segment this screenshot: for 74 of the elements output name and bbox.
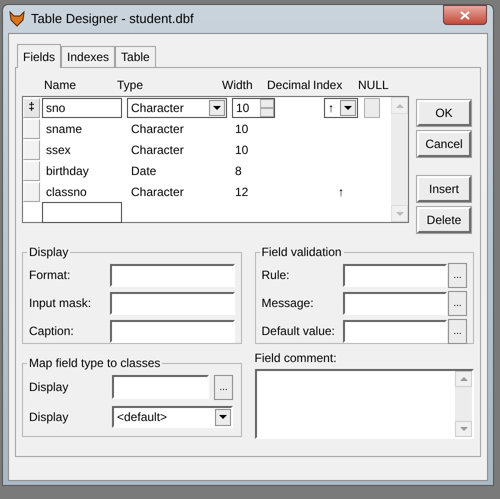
group-title: Field validation — [260, 244, 343, 261]
table-cell: 8 — [235, 164, 242, 178]
scroll-down-icon — [396, 212, 404, 216]
caret-icon — [344, 106, 352, 110]
field-label: Format: — [29, 268, 70, 282]
tab[interactable]: Fields — [17, 44, 62, 68]
table-cell: 12 — [235, 184, 248, 198]
close-icon — [460, 10, 470, 20]
input-field[interactable] — [110, 320, 234, 342]
width-spinner[interactable]: 10 — [232, 98, 275, 118]
field-label: Input mask: — [29, 296, 92, 310]
name-field[interactable]: sno — [42, 98, 122, 118]
table-cell: Character — [131, 184, 184, 198]
scrollbar[interactable] — [391, 97, 408, 222]
comment-field[interactable] — [254, 369, 474, 439]
type-dropdown[interactable]: Character — [127, 98, 227, 118]
scroll-up-icon — [460, 377, 468, 381]
scroll-down-icon — [460, 427, 468, 431]
column-header: NULL — [358, 78, 389, 92]
input-field[interactable] — [342, 320, 447, 342]
column-header: Name — [44, 78, 76, 92]
field-label: Message: — [262, 296, 314, 310]
browse-button[interactable]: ... — [448, 262, 467, 288]
index-dropdown[interactable]: ↑ — [324, 98, 358, 118]
row-selector[interactable]: ‡ — [23, 98, 40, 118]
input-field[interactable] — [342, 264, 447, 286]
field-comment-label: Field comment: — [254, 351, 337, 365]
column-header: Width — [222, 78, 253, 92]
dialog-button[interactable]: Insert — [417, 176, 471, 202]
dialog-button[interactable]: OK — [417, 100, 471, 126]
fox-icon — [9, 11, 25, 27]
table-cell: ssex — [46, 142, 71, 156]
column-header: Type — [117, 78, 144, 92]
dialog-button[interactable]: Cancel — [417, 131, 471, 157]
table-cell: 10 — [235, 142, 248, 156]
table-cell: classno — [46, 184, 87, 198]
input-field[interactable] — [110, 264, 234, 286]
table-cell: ↑ — [338, 184, 344, 198]
browse-button[interactable]: ... — [214, 374, 233, 400]
field-label: Display — [29, 410, 68, 424]
column-header: Decimal — [267, 78, 310, 92]
table-cell: 10 — [235, 122, 248, 136]
browse-button[interactable]: ... — [448, 290, 467, 316]
group-title: Map field type to classes — [28, 355, 162, 372]
table-cell: Date — [131, 164, 156, 178]
group-title: Display — [28, 244, 70, 261]
caret-icon — [213, 106, 221, 110]
row-selector[interactable] — [23, 160, 40, 180]
input-field[interactable] — [342, 292, 447, 314]
field-label: Display — [29, 380, 68, 394]
table-cell: Character — [131, 122, 184, 136]
caret-icon — [219, 415, 227, 419]
field-label: Rule: — [262, 268, 290, 282]
browse-button[interactable]: ... — [448, 318, 467, 344]
window-title: Table Designer - student.dbf — [31, 10, 195, 28]
row-selector[interactable] — [23, 140, 40, 160]
column-header: Index — [313, 78, 342, 92]
table-cell: birthday — [46, 164, 89, 178]
scroll-up-icon — [396, 104, 404, 108]
tab[interactable]: Indexes — [61, 46, 116, 67]
row-selector[interactable] — [23, 118, 40, 138]
row-selector[interactable] — [23, 182, 40, 202]
close-button[interactable] — [443, 5, 487, 25]
field-label: Default value: — [262, 324, 335, 338]
tab[interactable]: Table — [115, 46, 156, 67]
table-cell: sname — [46, 122, 82, 136]
dialog-button[interactable]: Delete — [417, 207, 471, 233]
field-label: Caption: — [29, 324, 74, 338]
table-cell: Character — [131, 142, 184, 156]
input-field[interactable] — [112, 375, 209, 399]
input-field[interactable] — [110, 292, 234, 314]
class-dropdown[interactable]: <default> — [112, 406, 233, 428]
null-toggle[interactable] — [364, 98, 380, 118]
name-field[interactable] — [42, 202, 122, 223]
